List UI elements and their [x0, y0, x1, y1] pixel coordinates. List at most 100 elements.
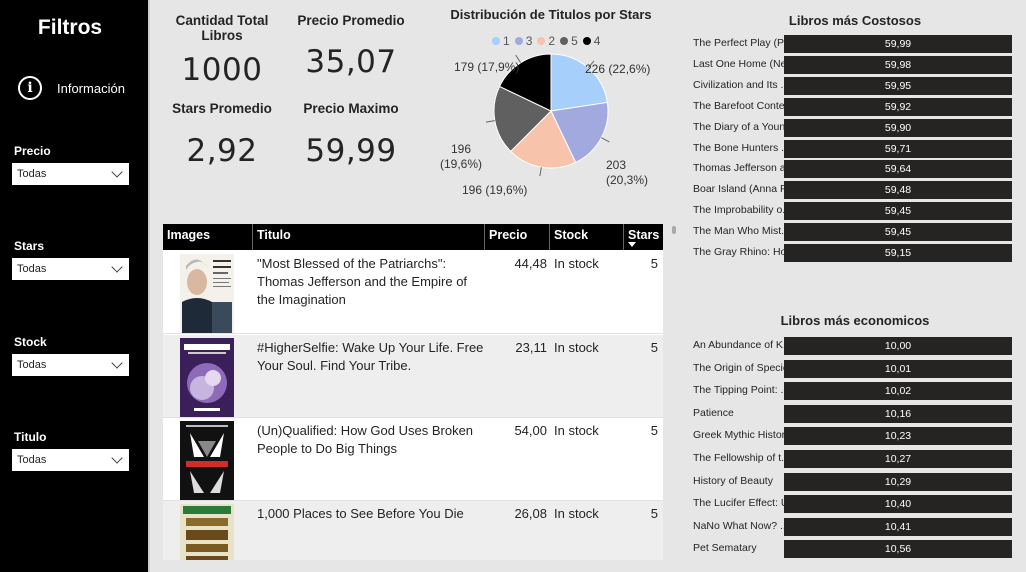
- bar-row[interactable]: The Fellowship of t... 10,27: [690, 450, 1015, 468]
- bar-row[interactable]: The Tipping Point: ... 10,02: [690, 382, 1015, 401]
- book-price: 23,11: [515, 340, 547, 355]
- legend-item[interactable]: 5: [560, 34, 578, 48]
- pie-leader-line: [601, 137, 610, 143]
- bar-row[interactable]: An Abundance of K... 10,00: [690, 337, 1015, 355]
- sort-descending-icon[interactable]: [628, 242, 636, 247]
- info-button[interactable]: i Información: [18, 76, 125, 100]
- bar-row[interactable]: Thomas Jefferson a... 59,64: [690, 160, 1015, 179]
- bar-value: 10,41: [784, 517, 1012, 536]
- legend-dot: [492, 37, 500, 45]
- bar-value: 10,56: [784, 540, 1012, 559]
- filter-stock-value: Todas: [17, 359, 47, 371]
- bar-label: NaNo What Now? ...: [693, 519, 789, 532]
- kpi-avg-stars-label: Stars Promedio: [172, 101, 272, 116]
- sidebar-title: Filtros: [37, 16, 103, 39]
- legend-item[interactable]: 1: [492, 34, 510, 48]
- book-stars: 5: [650, 340, 658, 355]
- bar-value: 59,45: [784, 202, 1012, 221]
- book-price: 26,08: [514, 506, 547, 521]
- col-header-precio[interactable]: Precio: [489, 228, 527, 242]
- filter-precio-dropdown[interactable]: Todas: [12, 163, 129, 185]
- bar-row[interactable]: Boar Island (Anna P... 59,48: [690, 181, 1015, 200]
- col-divider: [549, 224, 550, 250]
- table-row[interactable]: 1,000 Places to See Before You Die 26,08…: [163, 501, 663, 560]
- info-label: Información: [57, 80, 125, 96]
- bar-label: Thomas Jefferson a...: [693, 162, 791, 175]
- book-stars: 5: [650, 256, 658, 271]
- legend-item[interactable]: 3: [514, 34, 532, 48]
- legend-label: 5: [571, 34, 578, 48]
- legend-item[interactable]: 2: [537, 34, 555, 48]
- col-header-stars[interactable]: Stars: [628, 228, 659, 242]
- table-row[interactable]: (Un)Qualified: How God Uses Broken Peopl…: [163, 418, 663, 501]
- pie-label-1: 226 (22,6%): [585, 62, 651, 76]
- table-row[interactable]: "Most Blessed of the Patriarchs": Thomas…: [163, 251, 663, 334]
- bar-row[interactable]: The Diary of a Youn... 59,90: [690, 118, 1015, 137]
- kpi-count-label: Cantidad Total Libros: [175, 13, 269, 43]
- cheap-books-title: Libros más economicos: [780, 313, 930, 328]
- bar-row[interactable]: NaNo What Now? ... 10,41: [690, 517, 1015, 536]
- bar-value: 59,92: [784, 97, 1012, 116]
- filter-stock-dropdown[interactable]: Todas: [12, 354, 129, 376]
- filter-stars-dropdown[interactable]: Todas: [12, 258, 129, 280]
- bar-row[interactable]: The Improbability o... 59,45: [690, 202, 1015, 221]
- table-header: Images Titulo Precio Stock Stars: [163, 224, 663, 250]
- pie-label-2: 196 (19,6%): [462, 183, 528, 197]
- book-stock: In stock: [554, 340, 599, 355]
- chevron-down-icon: [111, 261, 123, 273]
- table-scrollbar[interactable]: [672, 226, 676, 234]
- filter-stars-value: Todas: [17, 263, 47, 275]
- bar-label: Pet Sematary: [693, 542, 757, 555]
- bar-label: An Abundance of K...: [693, 339, 791, 351]
- book-cover-image: [180, 421, 234, 500]
- bar-label: Greek Mythic History: [693, 429, 791, 442]
- filter-label-titulo: Titulo: [14, 430, 47, 444]
- sidebar-divider: [148, 0, 150, 572]
- bar-row[interactable]: The Barefoot Conte... 59,92: [690, 97, 1015, 116]
- bar-row[interactable]: Civilization and Its ... 59,95: [690, 76, 1015, 95]
- bar-row[interactable]: Greek Mythic History 10,23: [690, 427, 1015, 446]
- book-stock: In stock: [554, 256, 599, 271]
- table-row[interactable]: #HigherSelfie: Wake Up Your Life. Free Y…: [163, 335, 663, 418]
- bar-row[interactable]: The Man Who Mist... 59,45: [690, 223, 1015, 242]
- bar-row[interactable]: The Gray Rhino: Ho... 59,15: [690, 244, 1015, 262]
- legend-label: 4: [593, 34, 601, 48]
- legend-label: 2: [548, 34, 556, 48]
- pie-leader-line: [539, 167, 542, 177]
- chevron-down-icon: [111, 452, 123, 464]
- bar-row[interactable]: The Bone Hunters ... 59,71: [690, 139, 1015, 158]
- bar-row[interactable]: Last One Home (Ne... 59,98: [690, 55, 1015, 74]
- col-divider: [252, 224, 253, 250]
- kpi-max-price-value: 59,99: [305, 133, 397, 169]
- bar-label: History of Beauty: [693, 474, 773, 487]
- pie-legend: 1 3 2 5 4: [492, 34, 605, 48]
- bar-value: 59,90: [784, 118, 1012, 137]
- bar-value: 59,95: [784, 76, 1012, 95]
- bar-value: 59,71: [784, 139, 1012, 158]
- bar-row[interactable]: Patience 10,16: [690, 404, 1015, 423]
- bar-label: The Improbability o...: [693, 204, 791, 217]
- book-stock: In stock: [554, 423, 599, 438]
- legend-dot: [560, 37, 569, 45]
- col-header-stock[interactable]: Stock: [554, 228, 588, 242]
- col-header-titulo[interactable]: Titulo: [257, 228, 291, 242]
- book-cover-image: [180, 254, 234, 333]
- book-price: 44,48: [514, 256, 547, 271]
- bar-row[interactable]: Pet Sematary 10,56: [690, 540, 1015, 559]
- filter-titulo-dropdown[interactable]: Todas: [12, 449, 129, 471]
- bar-row[interactable]: The Perfect Play (Pl... 59,99: [690, 35, 1015, 53]
- col-header-images[interactable]: Images: [167, 228, 210, 242]
- bar-value: 10,23: [784, 427, 1012, 446]
- bar-row[interactable]: History of Beauty 10,29: [690, 472, 1015, 491]
- filter-precio-value: Todas: [17, 168, 47, 180]
- bar-value: 59,48: [784, 181, 1012, 200]
- bar-row[interactable]: The Lucifer Effect: U... 10,40: [690, 495, 1015, 514]
- bar-value: 10,00: [784, 337, 1012, 355]
- kpi-avg-price-value: 35,07: [305, 44, 397, 80]
- bar-value: 10,29: [784, 472, 1012, 491]
- book-title: #HigherSelfie: Wake Up Your Life. Free Y…: [257, 340, 484, 373]
- bar-label: The Barefoot Conte...: [693, 99, 791, 112]
- bar-value: 10,27: [784, 450, 1012, 468]
- bar-row[interactable]: The Origin of Specie... 10,01: [690, 359, 1015, 378]
- legend-item[interactable]: 4: [582, 34, 601, 48]
